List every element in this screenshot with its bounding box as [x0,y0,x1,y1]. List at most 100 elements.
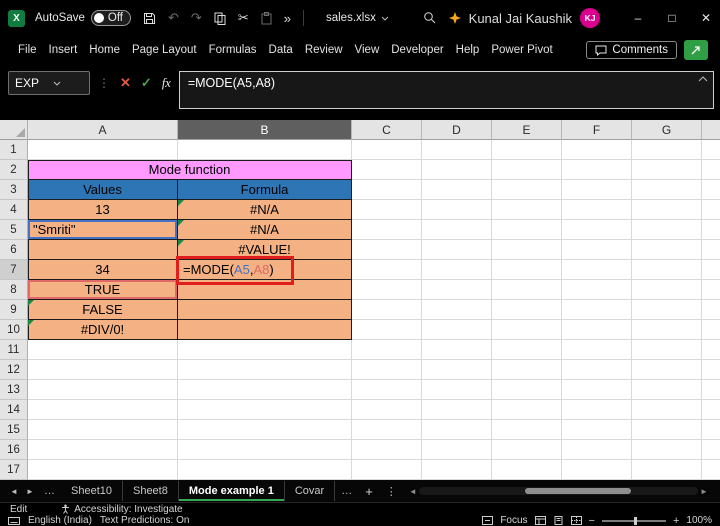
row-header-5[interactable]: 5 [0,220,28,240]
menu-tab-data[interactable]: Data [263,36,299,64]
sheet-tab-mode-example-1[interactable]: Mode example 1 [179,481,285,501]
cell-B3[interactable]: Formula [178,180,352,200]
cell-F11[interactable] [562,340,632,360]
cell-D8[interactable] [422,280,492,300]
cell-E17[interactable] [492,460,562,480]
normal-view-icon[interactable] [535,516,546,525]
cell-C6[interactable] [352,240,422,260]
cell-D14[interactable] [422,400,492,420]
paste-icon[interactable] [261,12,272,25]
cell-F3[interactable] [562,180,632,200]
cell-A17[interactable] [28,460,178,480]
cell-B15[interactable] [178,420,352,440]
cell-D10[interactable] [422,320,492,340]
column-header-B[interactable]: B [178,120,352,140]
avatar[interactable]: KJ [580,8,600,28]
cell-E15[interactable] [492,420,562,440]
cell-G7[interactable] [632,260,702,280]
menu-tab-help[interactable]: Help [450,36,486,64]
zoom-level[interactable]: 100% [686,515,712,526]
scroll-right-arrow[interactable]: ► [698,487,710,496]
cell-C9[interactable] [352,300,422,320]
cell-C8[interactable] [352,280,422,300]
column-header-D[interactable]: D [422,120,492,140]
row-header-3[interactable]: 3 [0,180,28,200]
enter-button[interactable]: ✓ [141,75,152,91]
cell-F5[interactable] [562,220,632,240]
cell-B7[interactable]: =MODE(A5,A8) [178,260,352,280]
cell-B5[interactable]: #N/A [178,220,352,240]
cell-A5[interactable]: "Smriti" [28,220,178,240]
page-break-view-icon[interactable] [571,516,582,525]
row-header-9[interactable]: 9 [0,300,28,320]
cell-A12[interactable] [28,360,178,380]
name-box[interactable]: EXP [8,71,90,95]
accessibility-checker[interactable]: Accessibility: Investigate [61,504,182,515]
menu-tab-home[interactable]: Home [83,36,126,64]
cell-F17[interactable] [562,460,632,480]
cell-B4[interactable]: #N/A [178,200,352,220]
cell-E13[interactable] [492,380,562,400]
sheet-tab-covar[interactable]: Covar [285,481,335,501]
save-icon[interactable] [143,12,156,25]
cell-C2[interactable] [352,160,422,180]
row-header-7[interactable]: 7 [0,260,28,280]
cell-F8[interactable] [562,280,632,300]
cut-icon[interactable]: ✂ [238,10,249,26]
cell-D7[interactable] [422,260,492,280]
account-name[interactable]: Kunal Jai Kaushik [469,11,572,26]
cell-F16[interactable] [562,440,632,460]
cell-F4[interactable] [562,200,632,220]
next-sheet-arrow[interactable]: ► [22,487,38,496]
cell-D5[interactable] [422,220,492,240]
cell-C15[interactable] [352,420,422,440]
cell-G9[interactable] [632,300,702,320]
cell-D2[interactable] [422,160,492,180]
menu-tab-power-pivot[interactable]: Power Pivot [485,36,558,64]
cell-B14[interactable] [178,400,352,420]
prev-sheet-arrow[interactable]: ◄ [6,487,22,496]
document-title[interactable]: sales.xlsx [326,12,389,24]
sheet-list-ellipsis[interactable]: … [38,485,61,497]
insert-function-button[interactable]: fx [162,76,171,91]
language-indicator[interactable]: English (India) [28,515,92,526]
cell-G13[interactable] [632,380,702,400]
cell-C16[interactable] [352,440,422,460]
cell-F10[interactable] [562,320,632,340]
cell-D11[interactable] [422,340,492,360]
cell-F2[interactable] [562,160,632,180]
cell-E10[interactable] [492,320,562,340]
comments-button[interactable]: Comments [586,41,677,59]
cell-C14[interactable] [352,400,422,420]
more-sheets-ellipsis[interactable]: … [335,485,358,497]
cell-F14[interactable] [562,400,632,420]
cell-D15[interactable] [422,420,492,440]
cell-F15[interactable] [562,420,632,440]
cancel-button[interactable]: ✕ [120,75,131,91]
cell-G17[interactable] [632,460,702,480]
cell-E1[interactable] [492,140,562,160]
cell-G8[interactable] [632,280,702,300]
menu-tab-page-layout[interactable]: Page Layout [126,36,203,64]
cell-G3[interactable] [632,180,702,200]
cell-B6[interactable]: #VALUE! [178,240,352,260]
column-header-C[interactable]: C [352,120,422,140]
cell-G4[interactable] [632,200,702,220]
cell-C7[interactable] [352,260,422,280]
cell-D4[interactable] [422,200,492,220]
excel-app-icon[interactable]: X [8,10,25,27]
row-header-8[interactable]: 8 [0,280,28,300]
scroll-left-arrow[interactable]: ◄ [407,487,419,496]
cell-G15[interactable] [632,420,702,440]
cell-E9[interactable] [492,300,562,320]
cell-C4[interactable] [352,200,422,220]
cell-A2[interactable]: Mode function [28,160,352,180]
select-all-corner[interactable] [0,120,28,140]
cell-C11[interactable] [352,340,422,360]
cell-A4[interactable]: 13 [28,200,178,220]
maximize-button[interactable]: □ [658,11,686,25]
cell-C3[interactable] [352,180,422,200]
cell-D3[interactable] [422,180,492,200]
cell-G12[interactable] [632,360,702,380]
undo-icon[interactable]: ↶ [168,10,179,26]
